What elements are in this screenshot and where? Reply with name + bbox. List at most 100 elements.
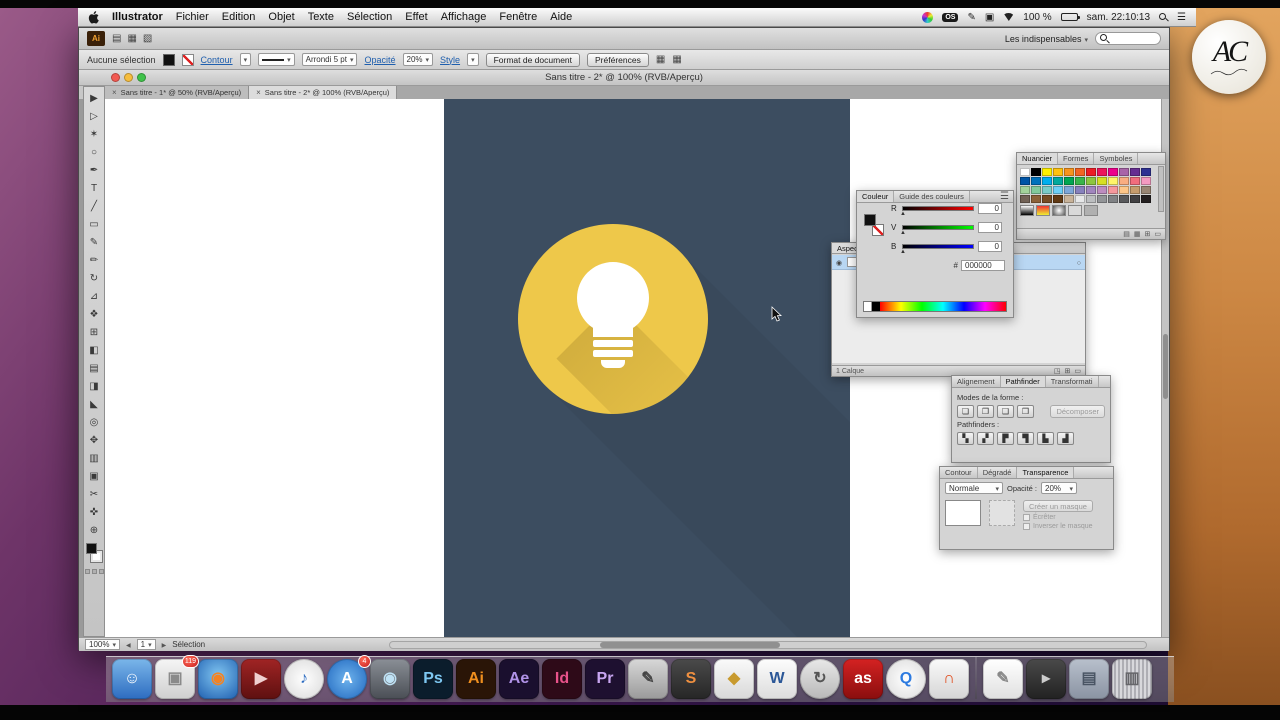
free-transform-tool[interactable]: ⊞ bbox=[84, 323, 104, 341]
color-swatch[interactable] bbox=[1119, 186, 1129, 194]
color-swatch[interactable] bbox=[1130, 195, 1140, 203]
vertical-scroll-thumb[interactable] bbox=[1163, 334, 1168, 399]
panel-tab[interactable]: Dégradé bbox=[978, 467, 1018, 478]
line-segment-tool[interactable]: ╱ bbox=[84, 197, 104, 215]
artwork-scene[interactable] bbox=[444, 99, 850, 637]
menubar-menu-item[interactable]: Effet bbox=[405, 11, 427, 23]
dock-downloads-stack[interactable]: ▤ bbox=[1069, 659, 1109, 699]
white-swatch[interactable] bbox=[864, 302, 872, 311]
unite-button[interactable]: ❏ bbox=[957, 405, 974, 418]
column-graph-tool[interactable]: ▥ bbox=[84, 449, 104, 467]
pattern-swatch[interactable] bbox=[1068, 205, 1082, 216]
color-swatch[interactable] bbox=[1086, 186, 1096, 194]
draw-behind-button[interactable] bbox=[91, 569, 97, 574]
flat-circle[interactable] bbox=[518, 224, 708, 414]
dock-photoshop[interactable]: Ps bbox=[413, 659, 453, 699]
color-swatch[interactable] bbox=[1075, 177, 1085, 185]
color-swatch[interactable] bbox=[1097, 195, 1107, 203]
horizontal-scroll-thumb[interactable] bbox=[600, 642, 780, 648]
type-tool[interactable]: T bbox=[84, 179, 104, 197]
outline-button[interactable]: ▙ bbox=[1037, 432, 1054, 445]
color-swatch[interactable] bbox=[1086, 168, 1096, 176]
fill-stroke-widget[interactable] bbox=[84, 542, 104, 566]
menubar-menu-item[interactable]: Aide bbox=[550, 11, 572, 23]
color-swatch[interactable] bbox=[1064, 186, 1074, 194]
color-swatch[interactable] bbox=[1020, 195, 1030, 203]
color-swatch[interactable] bbox=[1031, 195, 1041, 203]
color-swatch[interactable] bbox=[1130, 177, 1140, 185]
color-swatch[interactable] bbox=[1031, 168, 1041, 176]
merge-button[interactable]: ▛ bbox=[997, 432, 1014, 445]
hand-tool[interactable]: ✜ bbox=[84, 503, 104, 521]
color-swatch[interactable] bbox=[1130, 186, 1140, 194]
minus-back-button[interactable]: ▟ bbox=[1057, 432, 1074, 445]
clip-checkbox-row[interactable]: Écrêter bbox=[1023, 514, 1093, 521]
menubar-menu-item[interactable]: Texte bbox=[308, 11, 334, 23]
menubar-menu-item[interactable]: Fenêtre bbox=[499, 11, 537, 23]
close-tab-icon[interactable] bbox=[256, 88, 261, 97]
width-profile-select[interactable] bbox=[258, 53, 295, 66]
mesh-tool[interactable]: ▤ bbox=[84, 359, 104, 377]
color-swatch[interactable] bbox=[1141, 177, 1151, 185]
slider-knob-icon[interactable] bbox=[900, 249, 906, 255]
opacity-field[interactable]: 20% bbox=[1041, 482, 1078, 494]
color-swatch[interactable] bbox=[1108, 195, 1118, 203]
color-swatch[interactable] bbox=[1108, 168, 1118, 176]
workspace-switcher[interactable]: Les indispensables bbox=[1005, 34, 1088, 44]
color-swatch[interactable] bbox=[1119, 195, 1129, 203]
style-select[interactable] bbox=[467, 53, 479, 66]
color-spectrum-bar[interactable] bbox=[863, 301, 1007, 312]
dock-tablet-app[interactable]: ✎ bbox=[628, 659, 668, 699]
zoom-tool[interactable]: ⊕ bbox=[84, 521, 104, 539]
color-swatch[interactable] bbox=[1075, 168, 1085, 176]
color-swatch[interactable] bbox=[1119, 177, 1129, 185]
dock-indesign[interactable]: Id bbox=[542, 659, 582, 699]
dock-headphones-app[interactable]: ∩ bbox=[929, 659, 969, 699]
panel-tab[interactable]: Contour bbox=[940, 467, 978, 478]
color-swatch[interactable] bbox=[1020, 177, 1030, 185]
rotate-tool[interactable]: ↻ bbox=[84, 269, 104, 287]
dock-sketch[interactable]: ◆ bbox=[714, 659, 754, 699]
fill-color-well[interactable] bbox=[86, 543, 97, 554]
contour-link[interactable]: Contour bbox=[201, 55, 233, 65]
channel-value-field[interactable]: 0 bbox=[978, 203, 1002, 214]
opacity-link[interactable]: Opacité bbox=[364, 55, 395, 65]
pattern-swatch[interactable] bbox=[1052, 205, 1066, 216]
dock-itunes[interactable]: ♪ bbox=[284, 659, 324, 699]
zoom-select[interactable]: 100% bbox=[85, 639, 120, 650]
color-swatch[interactable] bbox=[1031, 177, 1041, 185]
color-wheel-icon[interactable] bbox=[922, 11, 934, 23]
style-link[interactable]: Style bbox=[440, 55, 460, 65]
dock-textedit[interactable]: ✎ bbox=[983, 659, 1023, 699]
color-swatch[interactable] bbox=[1064, 177, 1074, 185]
color-swatch[interactable] bbox=[1141, 186, 1151, 194]
notification-center-icon[interactable] bbox=[1177, 12, 1186, 23]
swatches-scrollbar[interactable] bbox=[1158, 166, 1164, 212]
document-setup-button[interactable]: Format de document bbox=[485, 52, 581, 67]
blend-tool[interactable]: ◎ bbox=[84, 413, 104, 431]
panel-tab[interactable]: Pathfinder bbox=[1000, 376, 1046, 387]
color-swatch[interactable] bbox=[1064, 195, 1074, 203]
color-swatch[interactable] bbox=[1020, 168, 1030, 176]
layer-target-icon[interactable] bbox=[1077, 258, 1081, 267]
width-tool[interactable]: ❖ bbox=[84, 305, 104, 323]
checkbox-icon[interactable] bbox=[1023, 523, 1030, 530]
gradient-tool[interactable]: ◨ bbox=[84, 377, 104, 395]
document-tab[interactable]: Sans titre - 2* @ 100% (RVB/Aperçu) bbox=[249, 86, 398, 99]
spectrum-gradient[interactable] bbox=[880, 302, 1006, 311]
eyedropper-tool[interactable]: ◣ bbox=[84, 395, 104, 413]
artboard-nav-field[interactable]: 1 bbox=[136, 639, 156, 650]
scale-tool[interactable]: ⊿ bbox=[84, 287, 104, 305]
color-swatch[interactable] bbox=[1053, 186, 1063, 194]
dock-quicktime[interactable]: Q bbox=[886, 659, 926, 699]
color-swatch[interactable] bbox=[1042, 195, 1052, 203]
preferences-button[interactable]: Préférences bbox=[587, 52, 649, 67]
channel-value-field[interactable]: 0 bbox=[978, 241, 1002, 252]
slice-tool[interactable]: ✂ bbox=[84, 485, 104, 503]
dock-illustrator[interactable]: Ai bbox=[456, 659, 496, 699]
trim-button[interactable]: ▞ bbox=[977, 432, 994, 445]
dock-finder[interactable]: ☺ bbox=[112, 659, 152, 699]
channel-slider[interactable] bbox=[902, 244, 974, 249]
pencil-tool[interactable]: ✏ bbox=[84, 251, 104, 269]
panel-tab[interactable]: Alignement bbox=[952, 376, 1001, 387]
